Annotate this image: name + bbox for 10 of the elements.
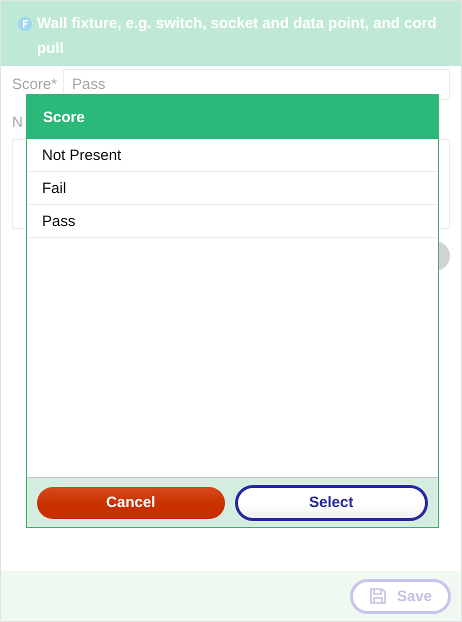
field-label: Score* — [12, 76, 58, 93]
select-button[interactable]: Select — [234, 484, 428, 520]
header-title: Wall fixture, e.g. switch, socket and data point, and cord pull — [37, 14, 438, 59]
option-item[interactable]: Not Present — [27, 139, 438, 172]
field-label: N — [12, 114, 23, 131]
save-icon — [368, 587, 387, 605]
option-item[interactable]: Pass — [27, 205, 438, 238]
option-item[interactable]: Fail — [27, 172, 438, 205]
dialog-title: Score — [27, 95, 438, 139]
cancel-button[interactable]: Cancel — [37, 486, 224, 518]
